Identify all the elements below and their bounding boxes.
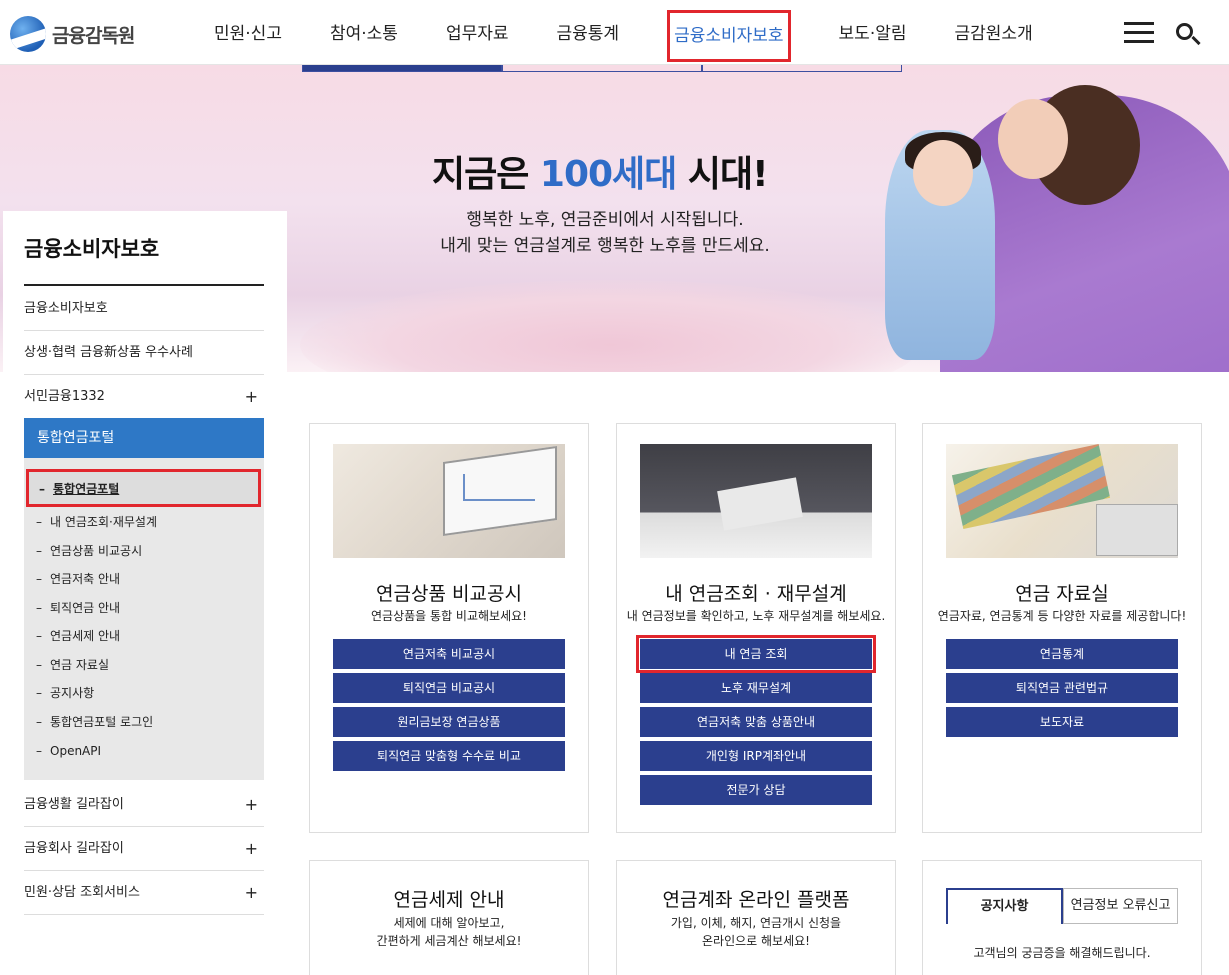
global-nav: 민원·신고 참여·소통 업무자료 금융통계 금융소비자보호 보도·알림 금감원소… [190, 0, 1057, 65]
card-title: 연금상품 비교공시 [376, 583, 522, 605]
expand-plus-icon: + [244, 387, 258, 406]
money-calculator-photo [946, 444, 1178, 558]
banner-tab-2[interactable] [502, 65, 702, 72]
side-menu-title: 금융소비자보호 [24, 237, 160, 261]
notice-text: 고객님의 궁금증을 해결해드립니다. [973, 946, 1151, 960]
custom-products-button[interactable]: 연금저축 맞춤 상품안내 [640, 707, 872, 737]
sidebar-item-finance-guide[interactable]: 금융생활 길라잡이 + [24, 783, 264, 827]
hamburger-menu-icon[interactable] [1124, 22, 1154, 46]
tab-notice[interactable]: 공지사항 [946, 888, 1063, 924]
expand-plus-icon: + [244, 839, 258, 858]
sidebar-item-consumer-protection[interactable]: 금융소비자보호 [24, 287, 264, 331]
card-title: 연금계좌 온라인 플랫폼 [662, 889, 850, 911]
submenu-compare[interactable]: – 연금상품 비교공시 [36, 541, 142, 561]
nav-item-statistics[interactable]: 금융통계 [533, 0, 644, 65]
submenu-openapi[interactable]: – OpenAPI [36, 741, 101, 761]
retirement-compare-button[interactable]: 퇴직연금 비교공시 [333, 673, 565, 703]
banner-tab-3[interactable] [702, 65, 902, 72]
laptop-chart-photo [333, 444, 565, 558]
submenu-login[interactable]: – 통합연금포털 로그인 [36, 712, 153, 732]
banner-title-highlight: 100세대 [539, 154, 677, 195]
page: 금융감독원 민원·신고 참여·소통 업무자료 금융통계 금융소비자보호 보도·알… [0, 0, 1229, 975]
submenu-my-pension[interactable]: – 내 연금조회·재무설계 [36, 512, 157, 532]
card-pension-tax[interactable]: 연금세제 안내 세제에 대해 알아보고, 간편하게 세금계산 해보세요! [309, 860, 589, 975]
sidebar-item-pension-portal[interactable]: 통합연금포털 [24, 418, 264, 458]
cherry-blossom-decoration [300, 280, 920, 372]
retirement-law-button[interactable]: 퇴직연금 관련법규 [946, 673, 1178, 703]
banner-title: 지금은 100세대 시대! [432, 154, 769, 195]
nav-item-consumer-protection[interactable]: 금융소비자보호 [643, 0, 814, 65]
sidebar-item-company-guide[interactable]: 금융회사 길라잡이 + [24, 827, 264, 871]
card-pension-library: 연금 자료실 연금자료, 연금통계 등 다양한 자료를 제공합니다! 연금통계 … [922, 423, 1202, 833]
card-desc: 가입, 이체, 해지, 연금개시 신청을 온라인으로 해보세요! [670, 916, 842, 948]
submenu-notice[interactable]: – 공지사항 [36, 683, 94, 703]
mother-child-photo [880, 75, 1229, 372]
card-title: 연금 자료실 [1015, 583, 1109, 605]
card-title: 연금세제 안내 [393, 889, 505, 911]
guaranteed-products-button[interactable]: 원리금보장 연금상품 [333, 707, 565, 737]
submenu-savings[interactable]: – 연금저축 안내 [36, 569, 120, 589]
sidebar-item-new-products[interactable]: 상생·협력 금융新상품 우수사례 [24, 331, 264, 375]
irp-account-button[interactable]: 개인형 IRP계좌안내 [640, 741, 872, 771]
card-notice: 공지사항 연금정보 오류신고 고객님의 궁금증을 해결해드립니다. [922, 860, 1202, 975]
card-my-pension: 내 연금조회 · 재무설계 내 연금정보를 확인하고, 노후 재무설계를 해보세… [616, 423, 896, 833]
nav-item-about[interactable]: 금감원소개 [931, 0, 1057, 65]
fss-logo-icon [10, 16, 46, 52]
banner-tab-strip [302, 65, 902, 72]
card-desc: 연금자료, 연금통계 등 다양한 자료를 제공합니다! [937, 609, 1187, 623]
site-header: 금융감독원 민원·신고 참여·소통 업무자료 금융통계 금융소비자보호 보도·알… [0, 0, 1229, 65]
submenu-library[interactable]: – 연금 자료실 [36, 655, 109, 675]
consulting-photo [640, 444, 872, 558]
expand-plus-icon: + [244, 795, 258, 814]
banner-subtitle: 행복한 노후, 연금준비에서 시작됩니다. 내게 맞는 연금설계로 행복한 노후… [440, 210, 770, 256]
search-icon[interactable] [1174, 21, 1202, 49]
sidebar-item-1332[interactable]: 서민금융1332 + [24, 375, 264, 419]
my-pension-lookup-button[interactable]: 내 연금 조회 [636, 635, 876, 673]
logo-text: 금융감독원 [52, 24, 135, 47]
card-desc: 연금상품을 통합 비교해보세요! [371, 609, 527, 623]
card-desc: 내 연금정보를 확인하고, 노후 재무설계를 해보세요. [626, 609, 886, 623]
pension-portal-submenu: – 통합연금포털 – 내 연금조회·재무설계 – 연금상품 비교공시 – 연금저축 안내… [24, 458, 264, 780]
retirement-planning-button[interactable]: 노후 재무설계 [640, 673, 872, 703]
card-title: 내 연금조회 · 재무설계 [665, 583, 847, 605]
card-desc: 세제에 대해 알아보고, 간편하게 세금계산 해보세요! [376, 916, 522, 948]
card-online-platform[interactable]: 연금계좌 온라인 플랫폼 가입, 이체, 해지, 연금개시 신청을 온라인으로 … [616, 860, 896, 975]
pension-stats-button[interactable]: 연금통계 [946, 639, 1178, 669]
sidebar-item-inquiry-service[interactable]: 민원·상담 조회서비스 + [24, 871, 264, 915]
expand-plus-icon: + [244, 883, 258, 902]
savings-compare-button[interactable]: 연금저축 비교공시 [333, 639, 565, 669]
card-product-compare: 연금상품 비교공시 연금상품을 통합 비교해보세요! 연금저축 비교공시 퇴직연… [309, 423, 589, 833]
banner-tab-1[interactable] [302, 65, 502, 72]
side-menu: 금융소비자보호 금융소비자보호 상생·협력 금융新상품 우수사례 서민금융133… [3, 211, 287, 975]
notice-tabs: 공지사항 연금정보 오류신고 [946, 888, 1178, 924]
side-menu-divider [24, 284, 264, 286]
nav-item-press[interactable]: 보도·알림 [815, 0, 931, 65]
press-release-button[interactable]: 보도자료 [946, 707, 1178, 737]
submenu-tax[interactable]: – 연금세제 안내 [36, 626, 120, 646]
nav-item-participation[interactable]: 참여·소통 [306, 0, 422, 65]
nav-item-complaint[interactable]: 민원·신고 [190, 0, 306, 65]
fee-compare-button[interactable]: 퇴직연금 맞춤형 수수료 비교 [333, 741, 565, 771]
submenu-retirement[interactable]: – 퇴직연금 안내 [36, 598, 120, 618]
submenu-pension-portal[interactable]: – 통합연금포털 [26, 469, 261, 507]
expert-consult-button[interactable]: 전문가 상담 [640, 775, 872, 805]
site-logo[interactable]: 금융감독원 [10, 16, 135, 52]
tab-error-report[interactable]: 연금정보 오류신고 [1063, 888, 1178, 924]
nav-item-work-data[interactable]: 업무자료 [422, 0, 533, 65]
